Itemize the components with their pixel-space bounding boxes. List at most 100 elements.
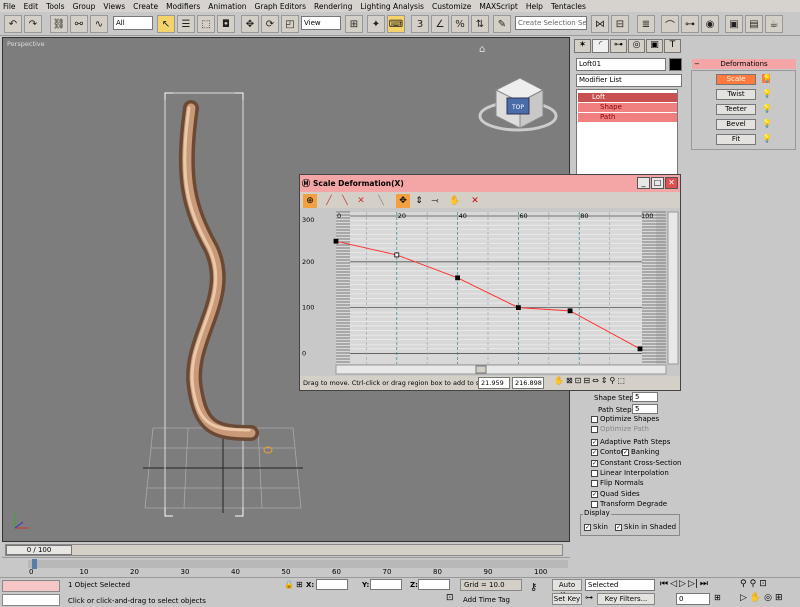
banking-checkbox[interactable]: ✓ Banking: [622, 448, 659, 456]
skin-checkbox[interactable]: ✓ Skin: [584, 523, 608, 531]
pan-view-icon[interactable]: ✋: [750, 593, 761, 603]
snaps-toggle-icon[interactable]: 3: [411, 15, 429, 33]
skin-in-shaded-checkbox[interactable]: ✓ Skin in Shaded: [615, 523, 676, 531]
twist-button[interactable]: Twist: [716, 89, 756, 100]
object-color-swatch[interactable]: [669, 58, 682, 71]
bind-space-warp-icon[interactable]: ∿: [90, 15, 108, 33]
menu-lighting-analysis[interactable]: Lighting Analysis: [360, 2, 424, 11]
lock-selection-icon[interactable]: 🔒: [284, 580, 294, 589]
deformations-header[interactable]: − Deformations: [692, 59, 796, 69]
menu-graph-editors[interactable]: Graph Editors: [255, 2, 307, 11]
current-frame-field[interactable]: 0: [676, 593, 710, 605]
control-point[interactable]: [637, 346, 643, 352]
option-optimize-path-checkbox[interactable]: Optimize Path: [591, 425, 649, 433]
minimize-button[interactable]: _: [637, 177, 650, 189]
option-transform-degrade-checkbox[interactable]: Transform Degrade: [591, 500, 667, 508]
selection-filter-dropdown[interactable]: All: [113, 16, 153, 30]
zoom-icon[interactable]: ⚲: [609, 376, 615, 385]
control-point[interactable]: [515, 305, 521, 311]
modifier-list-dropdown[interactable]: Modifier List: [576, 74, 682, 87]
absolute-mode-icon[interactable]: ⊞: [296, 580, 303, 589]
quick-render-icon[interactable]: ☕: [765, 15, 783, 33]
vertical-scrollbar[interactable]: [667, 211, 679, 365]
layer-manager-icon[interactable]: ≣: [637, 15, 655, 33]
option-constant-cross-section-checkbox[interactable]: ✓ Constant Cross-Section: [591, 459, 681, 467]
close-button[interactable]: ✕: [665, 177, 678, 189]
next-frame-icon[interactable]: ▷|: [688, 579, 698, 589]
key-filter-icon[interactable]: ⊶: [585, 593, 593, 602]
select-object-icon[interactable]: ↖: [157, 15, 175, 33]
rectangular-selection-icon[interactable]: ⬚: [197, 15, 215, 33]
option-quad-sides-checkbox[interactable]: ✓ Quad Sides: [591, 490, 640, 498]
play-icon[interactable]: ▷: [679, 579, 686, 589]
auto-key-button[interactable]: Auto Key: [552, 579, 582, 599]
x-coord-field[interactable]: [316, 579, 348, 590]
window-crossing-icon[interactable]: ◘: [217, 15, 235, 33]
menu-tentacles[interactable]: Tentacles: [551, 2, 586, 11]
menu-file[interactable]: File: [3, 2, 16, 11]
select-by-name-icon[interactable]: ☰: [177, 15, 195, 33]
maximize-button[interactable]: □: [651, 177, 664, 189]
zoom-extents-icon[interactable]: ⊠: [566, 376, 573, 385]
mirror-icon[interactable]: ⋈: [591, 15, 609, 33]
object-name-field[interactable]: Loft01: [576, 58, 666, 71]
edit-named-sets-icon[interactable]: ✎: [493, 15, 511, 33]
previous-frame-icon[interactable]: ◁: [670, 579, 677, 589]
stack-item-loft[interactable]: Loft: [578, 93, 677, 102]
material-editor-icon[interactable]: ◉: [701, 15, 719, 33]
go-to-start-icon[interactable]: ⏮: [660, 579, 668, 589]
track-bar[interactable]: 0 10 20 30 40 50 60 70 80 90 100: [2, 557, 570, 577]
align-icon[interactable]: ⊟: [611, 15, 629, 33]
key-filters-button[interactable]: Key Filters...: [597, 593, 655, 605]
scale-button[interactable]: Scale: [716, 74, 756, 85]
undo-icon[interactable]: ↶: [4, 15, 22, 33]
time-tag-icon[interactable]: ⊡: [446, 593, 454, 603]
display-x-axis-icon[interactable]: ╱: [322, 194, 336, 208]
menu-edit[interactable]: Edit: [24, 2, 39, 11]
deformation-graph[interactable]: 0 20 40 60 80 100 0 100 200 300: [300, 208, 680, 376]
option-linear-interpolation-checkbox[interactable]: Linear Interpolation: [591, 469, 669, 477]
twist-enable-icon[interactable]: 💡: [762, 89, 772, 98]
menu-animation[interactable]: Animation: [208, 2, 246, 11]
select-manipulate-icon[interactable]: ✦: [367, 15, 385, 33]
pivot-icon[interactable]: ⊞: [345, 15, 363, 33]
menu-modifiers[interactable]: Modifiers: [166, 2, 200, 11]
scale-icon[interactable]: ◰: [281, 15, 299, 33]
menu-help[interactable]: Help: [526, 2, 543, 11]
motion-tab-icon[interactable]: ◎: [628, 39, 645, 53]
reset-curve-icon[interactable]: ✕: [468, 194, 482, 208]
keyboard-shortcut-icon[interactable]: ⌨: [387, 15, 405, 33]
fit-enable-icon[interactable]: 💡: [762, 134, 772, 143]
menu-customize[interactable]: Customize: [432, 2, 471, 11]
x-value-field[interactable]: 21.959: [478, 377, 510, 389]
go-to-end-icon[interactable]: ⏭: [700, 579, 708, 589]
zoom-all-icon[interactable]: ⚲: [750, 579, 757, 589]
delete-control-point-icon[interactable]: ✋: [448, 194, 462, 208]
schematic-view-icon[interactable]: ⊶: [681, 15, 699, 33]
teeter-enable-icon[interactable]: 💡: [762, 104, 772, 113]
control-point[interactable]: [333, 238, 339, 244]
named-selection-sets-dropdown[interactable]: Create Selection Set: [515, 16, 587, 30]
zoom-horizontal-extents-icon[interactable]: ⊡: [575, 376, 582, 385]
add-time-tag-button[interactable]: Add Time Tag: [463, 596, 510, 604]
zoom-horizontal-icon[interactable]: ⇔: [592, 376, 599, 385]
scale-control-point-icon[interactable]: ⇕: [412, 194, 426, 208]
display-tab-icon[interactable]: ▣: [646, 39, 663, 53]
pan-icon[interactable]: ✋: [554, 376, 564, 385]
rotate-icon[interactable]: ⟳: [261, 15, 279, 33]
bevel-enable-icon[interactable]: 💡: [762, 119, 772, 128]
zoom-extents-all-icon[interactable]: ⊡: [759, 579, 767, 589]
spinner-snap-icon[interactable]: ⇅: [471, 15, 489, 33]
swap-curves-icon[interactable]: ╲: [374, 194, 388, 208]
key-mode-dropdown[interactable]: Selected: [585, 579, 655, 591]
y-value-field[interactable]: 216.898: [512, 377, 544, 389]
z-coord-field[interactable]: [418, 579, 450, 590]
set-key-button[interactable]: Set Key: [552, 593, 582, 605]
make-symmetrical-icon[interactable]: ⊕: [303, 194, 317, 208]
hierarchy-tab-icon[interactable]: ⊶: [610, 39, 627, 53]
zoom-region-icon[interactable]: ⬚: [617, 376, 625, 385]
modify-tab-icon[interactable]: ◜: [592, 39, 609, 53]
menu-rendering[interactable]: Rendering: [314, 2, 352, 11]
horizontal-scroll-thumb[interactable]: [475, 365, 487, 374]
utilities-tab-icon[interactable]: T: [664, 39, 681, 53]
